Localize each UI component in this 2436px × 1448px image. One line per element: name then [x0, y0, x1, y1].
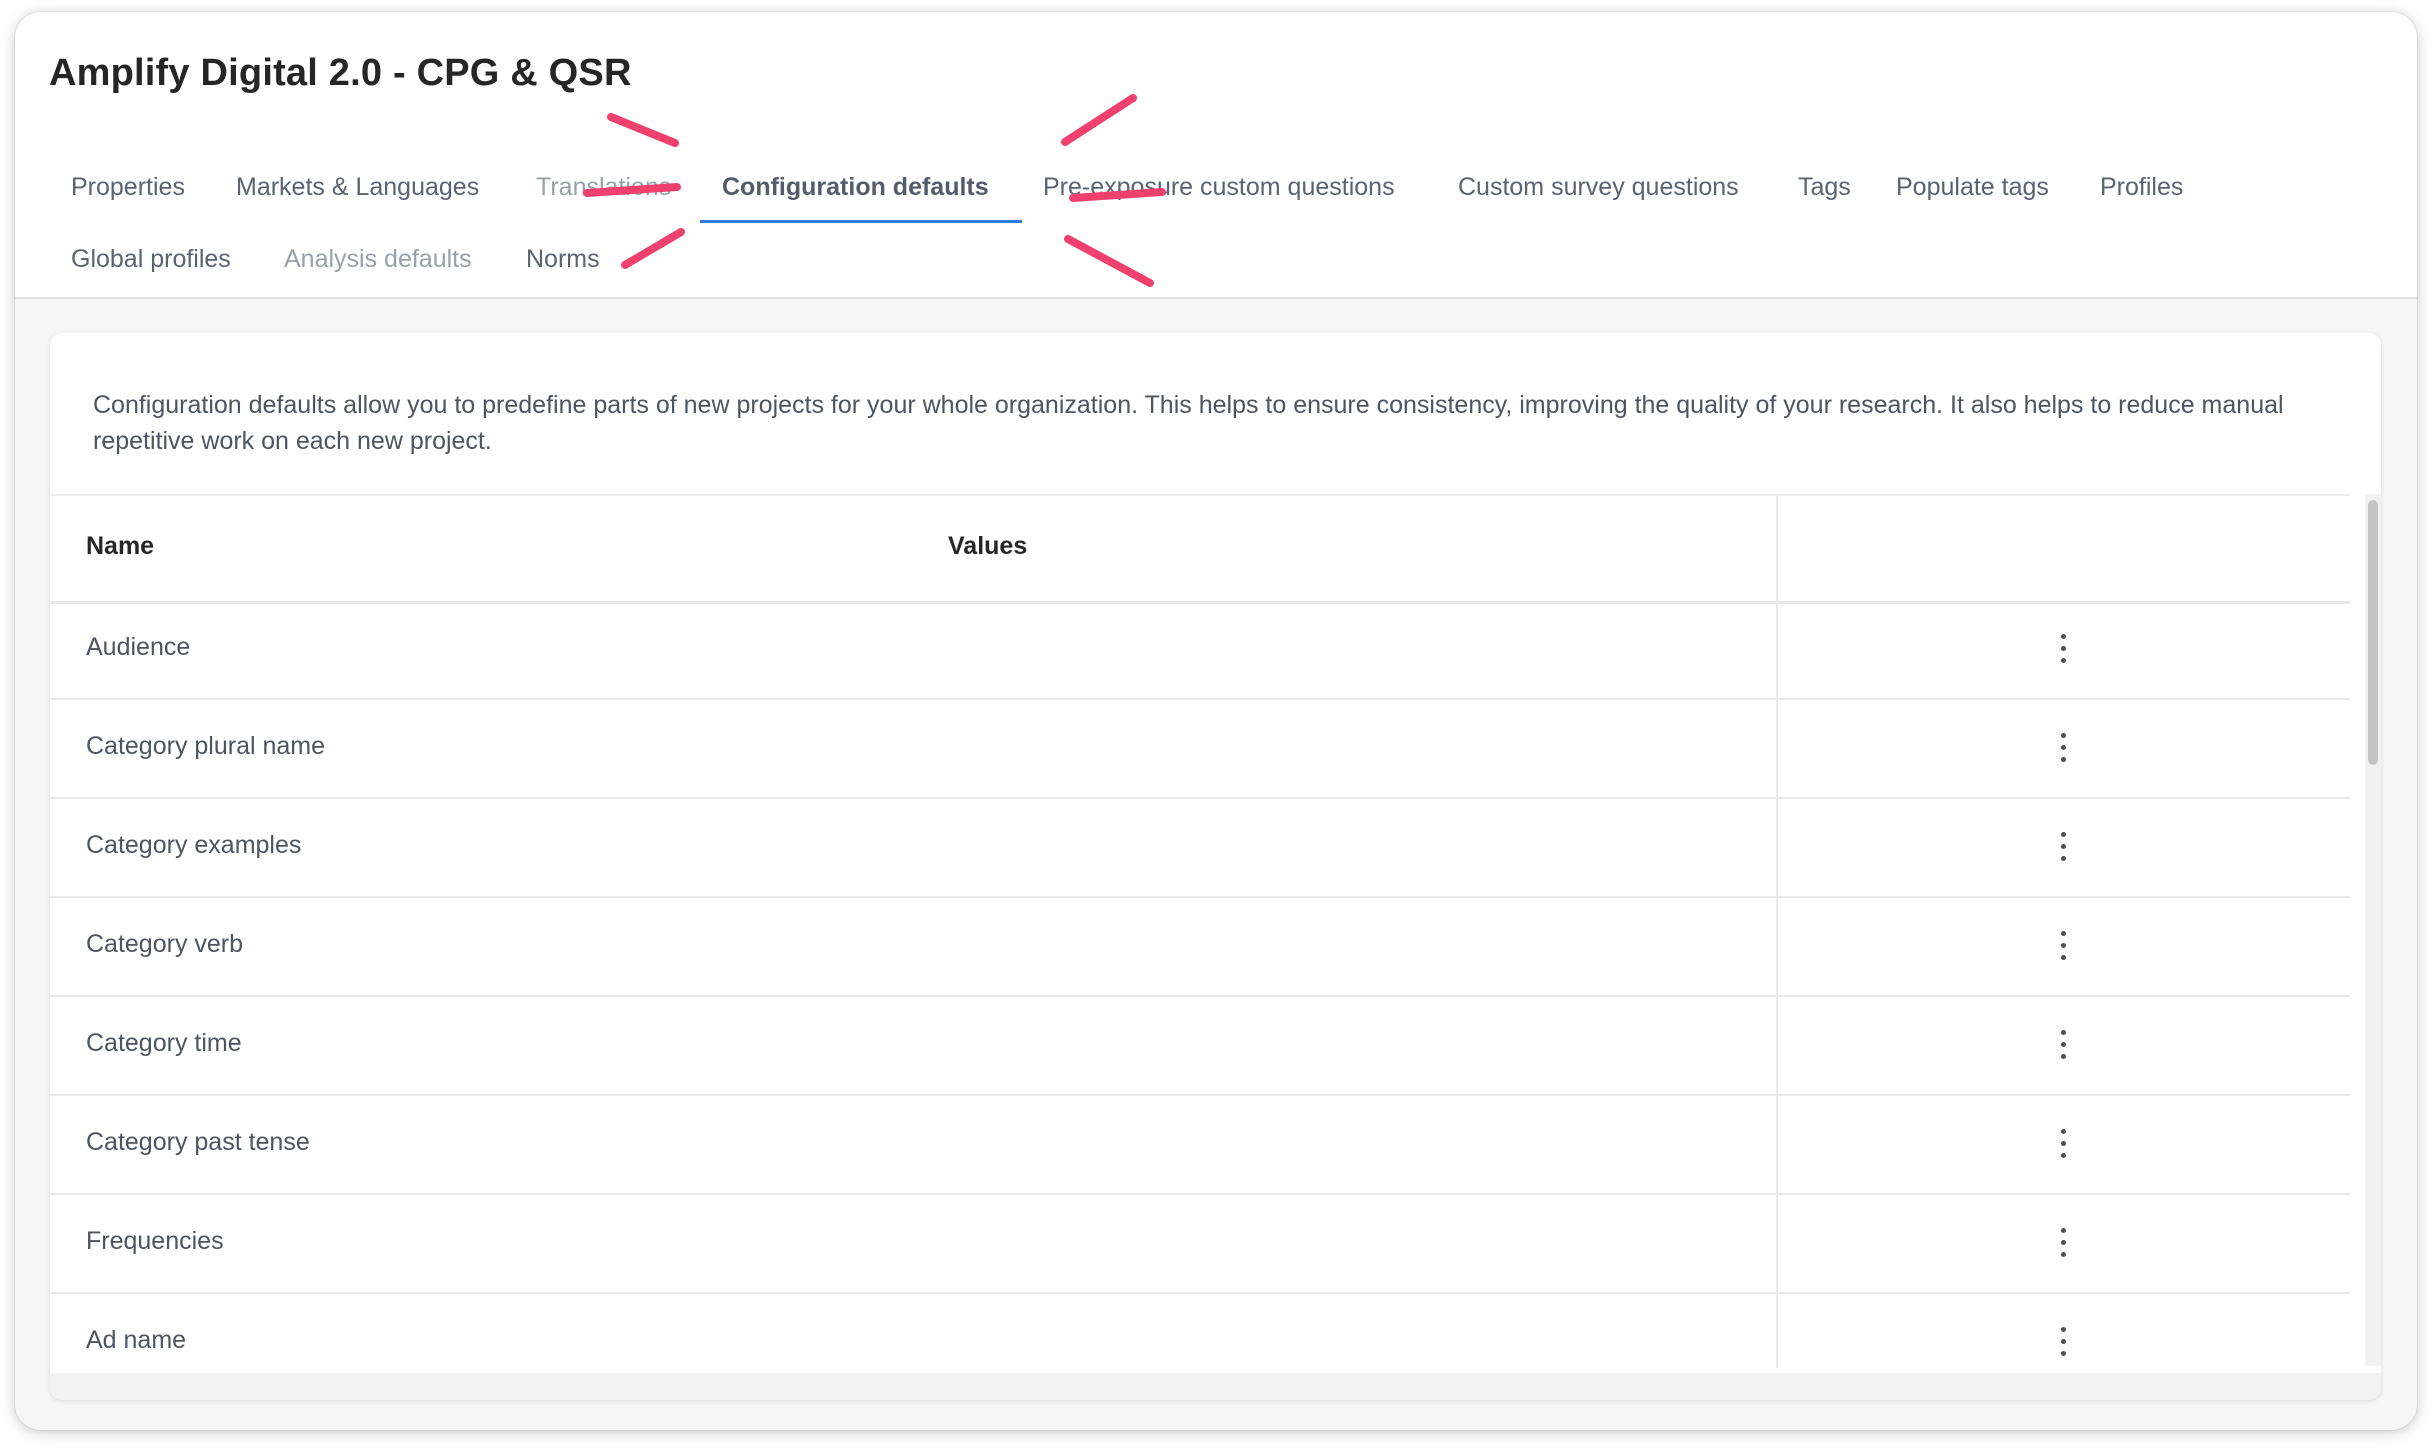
active-tab-indicator [700, 220, 1022, 223]
card-footer [50, 1373, 2381, 1400]
more-vertical-icon[interactable] [2050, 730, 2078, 766]
column-header-name[interactable]: Name [86, 532, 154, 561]
app-window: Amplify Digital 2.0 - CPG & QSR Properti… [15, 12, 2417, 1430]
tab-configuration-defaults[interactable]: Configuration defaults [722, 173, 989, 202]
tab-pre-exposure-custom-questions[interactable]: Pre-exposure custom questions [1043, 173, 1395, 202]
more-vertical-icon[interactable] [2050, 1324, 2078, 1360]
page-title: Amplify Digital 2.0 - CPG & QSR [49, 52, 632, 94]
row-name: Category past tense [86, 1128, 310, 1156]
tab-profiles[interactable]: Profiles [2100, 173, 2183, 202]
table-scrollbar[interactable] [2365, 494, 2381, 1366]
configuration-defaults-table: Name Values Audience Category plural nam… [50, 494, 2350, 1368]
description-text: Configuration defaults allow you to pred… [93, 391, 2284, 455]
row-name: Category time [86, 1029, 242, 1057]
page-header: Amplify Digital 2.0 - CPG & QSR Properti… [15, 12, 2417, 299]
table-row[interactable]: Ad name [50, 1294, 2350, 1368]
more-vertical-icon[interactable] [2050, 1225, 2078, 1261]
tab-translations[interactable]: Translations [536, 173, 671, 202]
column-header-values[interactable]: Values [948, 532, 1027, 561]
more-vertical-icon[interactable] [2050, 928, 2078, 964]
more-vertical-icon[interactable] [2050, 1027, 2078, 1063]
row-name: Audience [86, 633, 191, 661]
tab-markets-languages[interactable]: Markets & Languages [236, 173, 479, 202]
tab-analysis-defaults[interactable]: Analysis defaults [284, 245, 472, 274]
row-name: Category verb [86, 930, 244, 958]
more-vertical-icon[interactable] [2050, 1126, 2078, 1162]
tab-global-profiles[interactable]: Global profiles [71, 245, 231, 274]
tab-custom-survey-questions[interactable]: Custom survey questions [1458, 173, 1739, 202]
table-row[interactable]: Category plural name [50, 700, 2350, 799]
table-row[interactable]: Audience [50, 601, 2350, 700]
row-name: Frequencies [86, 1227, 224, 1255]
row-name: Category examples [86, 831, 302, 859]
table-row[interactable]: Category examples [50, 799, 2350, 898]
row-name: Ad name [86, 1326, 187, 1354]
table-row[interactable]: Category past tense [50, 1096, 2350, 1195]
table-row[interactable]: Category verb [50, 898, 2350, 997]
table-row[interactable]: Frequencies [50, 1195, 2350, 1294]
tab-tags[interactable]: Tags [1798, 173, 1851, 202]
table-header: Name Values [50, 496, 2350, 604]
row-name: Category plural name [86, 732, 326, 760]
tab-properties[interactable]: Properties [71, 173, 185, 202]
table-row[interactable]: Category time [50, 997, 2350, 1096]
tab-populate-tags[interactable]: Populate tags [1896, 173, 2049, 202]
scrollbar-thumb[interactable] [2368, 500, 2378, 765]
tab-norms[interactable]: Norms [526, 245, 600, 274]
more-vertical-icon[interactable] [2050, 631, 2078, 667]
configuration-defaults-card: Configuration defaults allow you to pred… [50, 333, 2381, 1400]
more-vertical-icon[interactable] [2050, 829, 2078, 865]
